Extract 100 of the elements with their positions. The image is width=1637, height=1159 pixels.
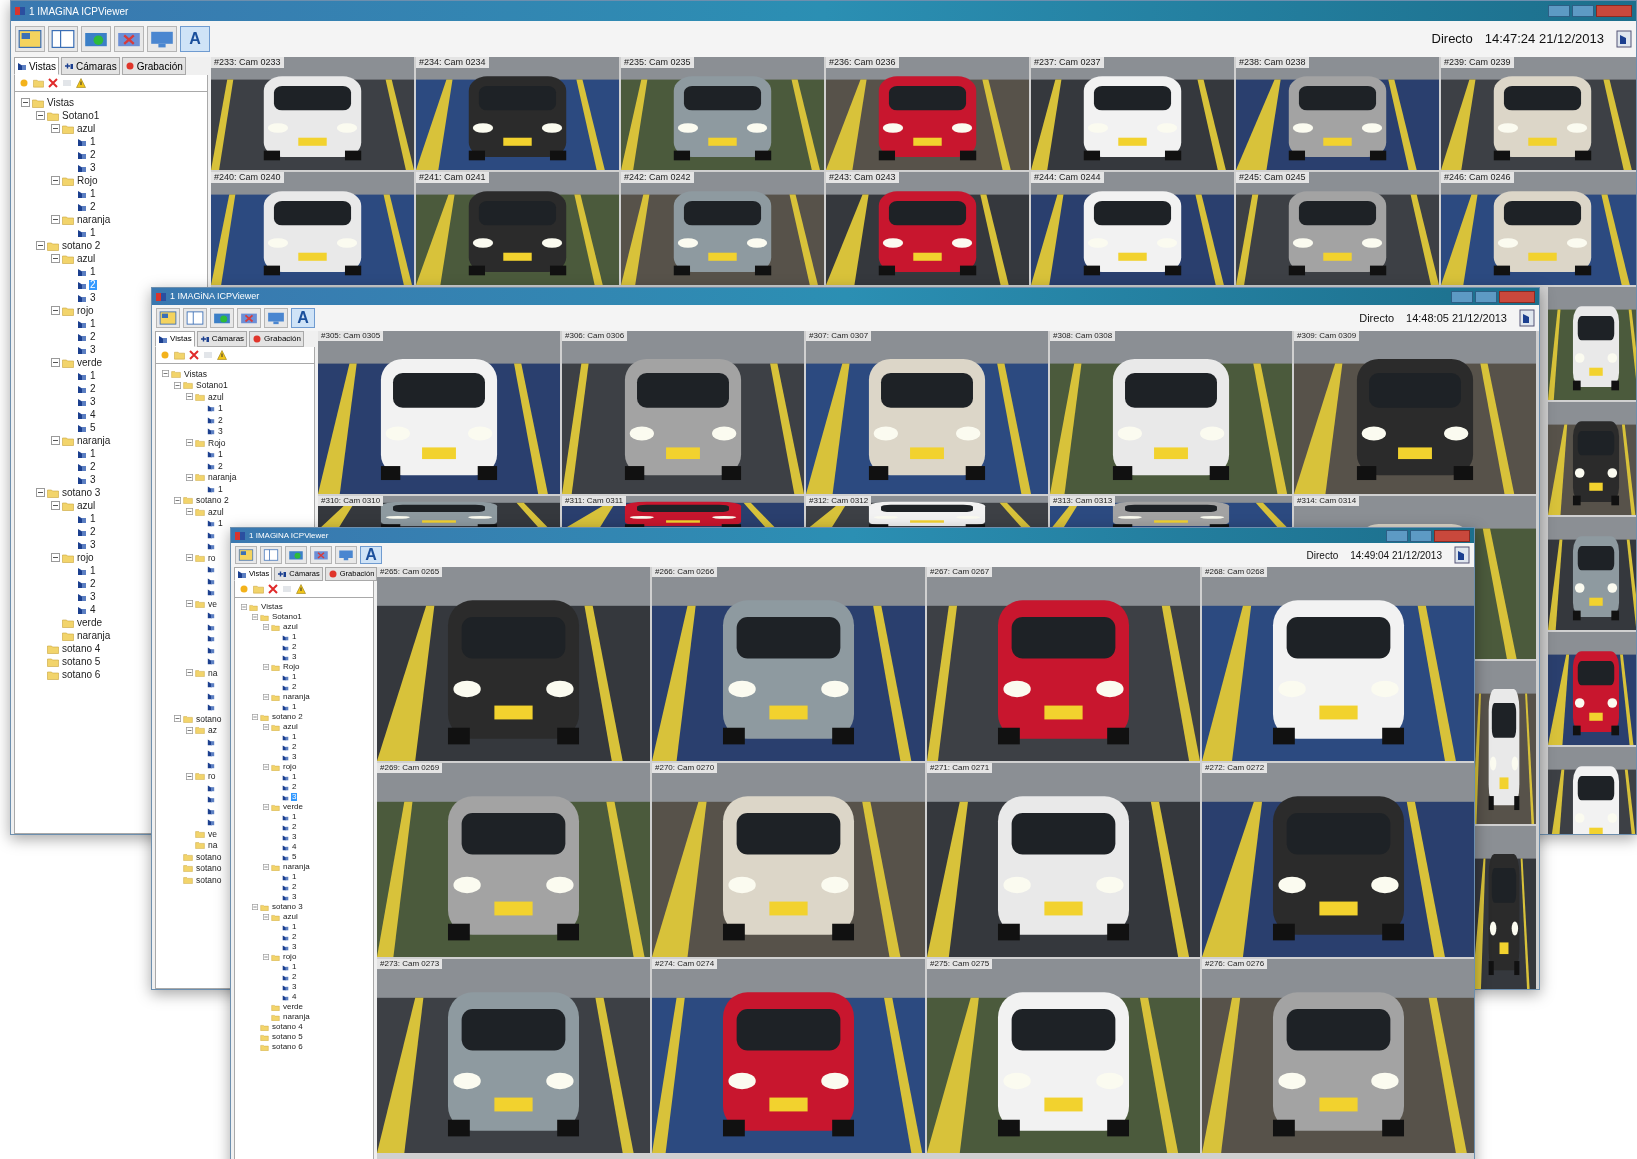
tree-item[interactable]: azul — [76, 123, 97, 134]
toolbar-button[interactable] — [147, 26, 177, 52]
tree-item[interactable]: 1 — [291, 703, 298, 711]
warning-icon[interactable] — [217, 350, 227, 360]
tree-item[interactable]: sotano 5 — [271, 1033, 304, 1041]
tree-item[interactable]: rojo — [282, 953, 298, 961]
tree-item[interactable]: 1 — [89, 266, 97, 277]
tree-item[interactable]: 2 — [89, 149, 97, 160]
minimize-button[interactable] — [1548, 5, 1570, 17]
camera-icon[interactable] — [1454, 546, 1470, 564]
tree-item[interactable]: 1 — [89, 565, 97, 576]
collapse-icon[interactable] — [36, 241, 45, 250]
tree-item[interactable]: az — [207, 726, 218, 735]
tree-item[interactable]: sotano — [195, 852, 223, 861]
tree-item[interactable]: sotano 2 — [195, 496, 230, 505]
tree-item[interactable]: ve — [207, 599, 218, 608]
tree-item[interactable]: verde — [76, 357, 103, 368]
toolbar-button[interactable]: A — [291, 308, 315, 328]
tree-item[interactable]: azul — [282, 623, 299, 631]
tree-item[interactable]: na — [207, 668, 219, 677]
tree-item[interactable]: ve — [207, 829, 218, 838]
tree-item[interactable]: sotano 3 — [271, 903, 304, 911]
tree-item[interactable]: 3 — [291, 753, 298, 761]
tree-item[interactable]: 2 — [291, 823, 298, 831]
minimize-button[interactable] — [1451, 290, 1473, 303]
tree-item[interactable]: verde — [282, 1003, 304, 1011]
toolbar-button[interactable] — [235, 546, 257, 564]
close-icon[interactable] — [48, 78, 58, 88]
tree-item[interactable]: 1 — [89, 188, 97, 199]
toolbar-button[interactable] — [310, 546, 332, 564]
tree-item[interactable]: 1 — [291, 923, 298, 931]
tree-item[interactable]: Vistas — [183, 369, 208, 378]
tree-item[interactable]: sotano 6 — [61, 669, 102, 680]
tree-item[interactable]: 2 — [291, 643, 298, 651]
tree-item[interactable]: naranja — [282, 693, 311, 701]
toolbar-button[interactable] — [114, 26, 144, 52]
tree-item[interactable]: 1 — [291, 963, 298, 971]
tree-item[interactable]: 1 — [217, 404, 224, 413]
tree-item[interactable]: 3 — [89, 591, 97, 602]
tree-item[interactable]: Sotano1 — [61, 110, 101, 121]
tree-item[interactable]: 1 — [217, 450, 224, 459]
tree-item[interactable]: naranja — [76, 435, 112, 446]
tree-item[interactable]: Vistas — [260, 603, 284, 611]
tree-item[interactable]: 3 — [291, 833, 298, 841]
collapse-icon[interactable] — [162, 370, 169, 378]
collapse-icon[interactable] — [51, 254, 60, 263]
tree-item[interactable]: Rojo — [207, 438, 227, 447]
tree-item[interactable]: ro — [207, 772, 217, 781]
tree-item[interactable]: azul — [207, 392, 225, 401]
tree-item[interactable]: azul — [207, 507, 225, 516]
collapse-icon[interactable] — [51, 124, 60, 133]
tree-item[interactable]: 2 — [291, 973, 298, 981]
tree-item[interactable]: 3 — [89, 162, 97, 173]
tree-item[interactable]: 1 — [217, 484, 224, 493]
tree-item[interactable]: 1 — [291, 733, 298, 741]
tree-item[interactable]: 2 — [89, 526, 97, 537]
tree-item[interactable]: 3 — [291, 943, 298, 951]
toolbar-button[interactable] — [285, 546, 307, 564]
collapse-icon[interactable] — [51, 501, 60, 510]
tree-item[interactable]: azul — [76, 253, 97, 264]
camera-icon[interactable] — [1519, 309, 1535, 327]
collapse-icon[interactable] — [51, 553, 60, 562]
tree-item[interactable]: 1 — [291, 773, 298, 781]
tree-item[interactable]: 1 — [89, 136, 97, 147]
tree-item[interactable]: Sotano1 — [195, 381, 229, 390]
tab[interactable]: Vistas — [155, 331, 195, 347]
tree-item[interactable]: 1 — [217, 519, 224, 528]
tree-item[interactable]: 2 — [89, 383, 97, 394]
tree-item[interactable]: ro — [207, 553, 217, 562]
tree-item[interactable]: 1 — [291, 813, 298, 821]
collapse-icon[interactable] — [174, 715, 181, 723]
tab[interactable]: Grabación — [249, 331, 304, 347]
tree-item[interactable]: Vistas — [46, 97, 76, 108]
collapse-icon[interactable] — [186, 439, 193, 447]
toolbar-button[interactable] — [48, 26, 78, 52]
tree-item[interactable]: azul — [282, 913, 299, 921]
collapse-icon[interactable] — [186, 669, 193, 677]
tree-item[interactable]: 3 — [291, 653, 298, 661]
collapse-icon[interactable] — [36, 488, 45, 497]
collapse-icon[interactable] — [51, 215, 60, 224]
tree-item[interactable]: Sotano1 — [271, 613, 303, 621]
tree-item[interactable]: Rojo — [76, 175, 99, 186]
tree-item[interactable]: 2 — [291, 783, 298, 791]
tree-item[interactable]: 3 — [291, 983, 298, 991]
tree-item[interactable]: 5 — [291, 853, 298, 861]
tree-item[interactable]: 1 — [89, 318, 97, 329]
tree-item[interactable]: sotano — [195, 714, 223, 723]
tree-item[interactable]: 2 — [291, 883, 298, 891]
toolbar-button[interactable] — [264, 308, 288, 328]
collapse-icon[interactable] — [36, 111, 45, 120]
collapse-icon[interactable] — [51, 306, 60, 315]
toolbar-button[interactable] — [15, 26, 45, 52]
warning-icon[interactable] — [76, 78, 86, 88]
tree-item[interactable]: 2 — [217, 461, 224, 470]
tree-item[interactable]: 4 — [291, 993, 298, 1001]
tree-item[interactable]: sotano 4 — [271, 1023, 304, 1031]
camera-icon[interactable] — [1616, 30, 1632, 48]
tree-item[interactable]: sotano 3 — [61, 487, 102, 498]
tree-item[interactable]: azul — [282, 723, 299, 731]
collapse-icon[interactable] — [186, 600, 193, 608]
